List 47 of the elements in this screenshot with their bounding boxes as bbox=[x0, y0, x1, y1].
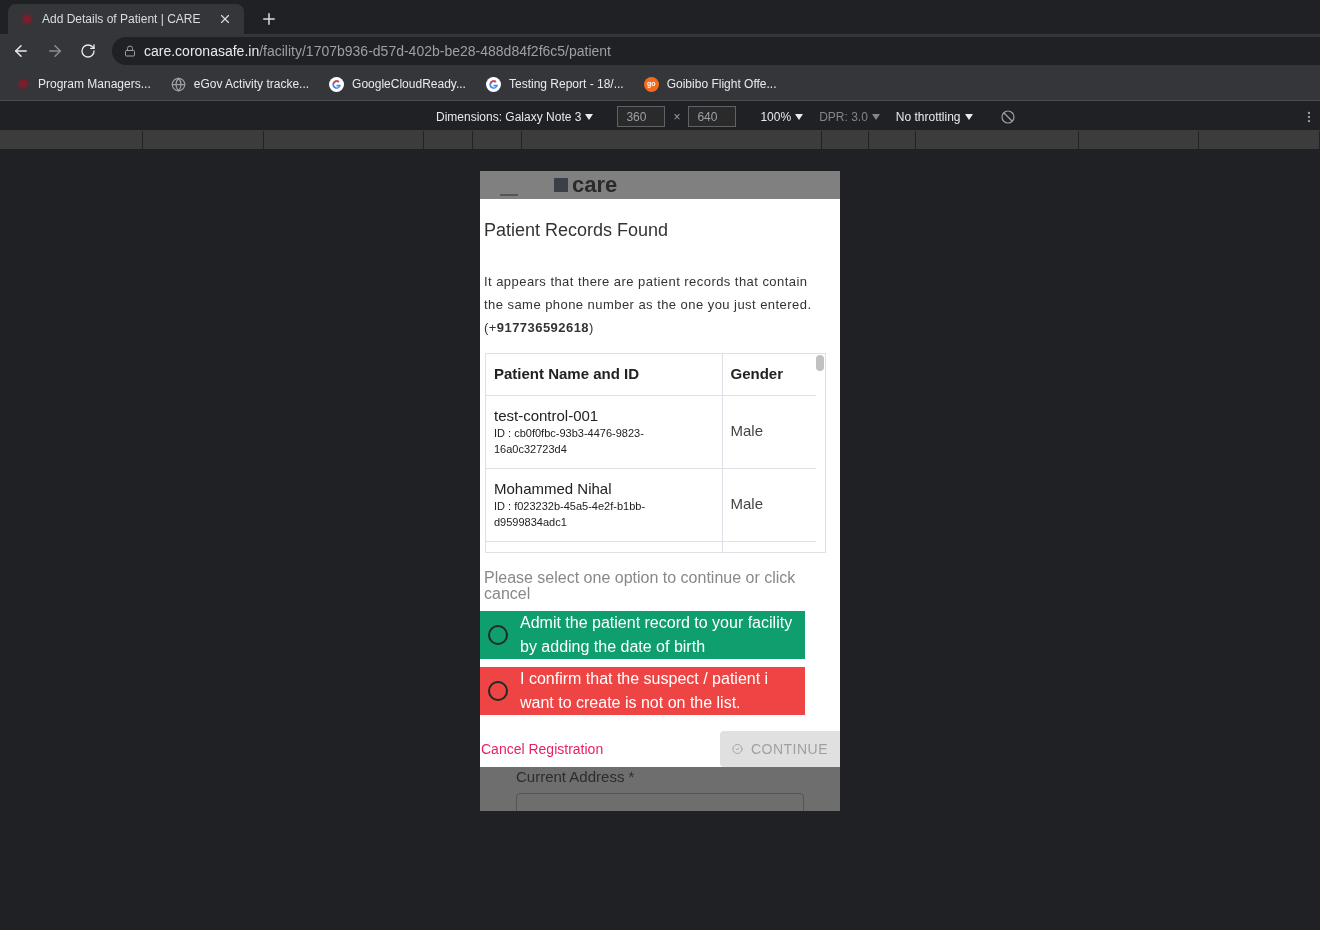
zoom-dropdown[interactable]: 100% bbox=[760, 107, 804, 126]
lock-icon bbox=[124, 45, 136, 57]
new-tab-icon[interactable] bbox=[260, 10, 278, 28]
patient-id: ID : f023232b-45a5-4e2f-b1bb-d9599834adc1 bbox=[494, 499, 647, 530]
times-sign: × bbox=[673, 108, 681, 126]
forward-icon[interactable] bbox=[46, 42, 64, 60]
close-icon[interactable] bbox=[218, 12, 232, 26]
bookmark[interactable]: eGov Activity tracke... bbox=[170, 75, 310, 93]
gender-cell: Male bbox=[722, 468, 816, 541]
back-icon[interactable] bbox=[12, 42, 30, 60]
dialog-message: It appears that there are patient records that contain the same phone number as the one you just entered. (+917736592618) bbox=[484, 273, 813, 337]
throttling-dropdown[interactable]: No throttling bbox=[895, 107, 973, 126]
height-field[interactable]: 640 bbox=[688, 106, 737, 127]
patient-id: ID : cb0f0fbc-93b3-4476-9823-16a0c32723d4 bbox=[494, 426, 645, 457]
instruction-text: Please select one option to continue or click cancel bbox=[484, 570, 797, 602]
cancel-link[interactable]: Cancel Registration bbox=[481, 738, 604, 760]
column-header: Patient Name and ID bbox=[486, 354, 722, 395]
bookmark[interactable]: GoogleCloudReady... bbox=[329, 75, 466, 93]
dialog-title: Patient Records Found bbox=[484, 219, 670, 242]
caret-icon bbox=[795, 114, 804, 121]
device-dropdown[interactable]: Dimensions: Galaxy Note 3 bbox=[436, 107, 594, 126]
google-icon bbox=[329, 76, 345, 92]
logo-text: care bbox=[572, 172, 618, 198]
globe-icon bbox=[170, 76, 186, 92]
google-icon bbox=[485, 76, 501, 92]
address-field[interactable] bbox=[516, 793, 804, 811]
tab-title: Add Details of Patient | CARE bbox=[42, 11, 202, 28]
caret-icon bbox=[585, 114, 594, 121]
url-text: care.coronasafe.in/facility/1707b936-d57d-402b-be28-488d84f2f6c5/patient bbox=[144, 41, 611, 61]
address-bar[interactable]: care.coronasafe.in/facility/1707b936-d57d-402b-be28-488d84f2f6c5/patient bbox=[112, 37, 1320, 65]
scrollbar-thumb[interactable] bbox=[816, 355, 824, 371]
plus-logo-icon bbox=[554, 178, 568, 192]
reload-icon[interactable] bbox=[80, 43, 96, 59]
virus-icon bbox=[20, 12, 34, 26]
virus-icon bbox=[16, 77, 30, 91]
caret-icon bbox=[871, 114, 880, 121]
width-field[interactable]: 360 bbox=[617, 106, 666, 127]
patient-name: test-control-001 bbox=[494, 406, 600, 425]
column-header: Gender bbox=[722, 354, 816, 395]
option-radio[interactable]: I confirm that the suspect / patient i want to create is not on the list. bbox=[480, 667, 805, 715]
gender-cell: Male bbox=[722, 395, 816, 468]
caret-icon bbox=[964, 114, 973, 121]
browser-tab[interactable]: Add Details of Patient | CARE bbox=[8, 4, 244, 34]
bookmark[interactable]: Program Managers... bbox=[16, 75, 151, 93]
bookmark[interactable]: Testing Report - 18/... bbox=[485, 75, 624, 93]
patient-name: Mohammed Nihal bbox=[494, 479, 613, 498]
field-label: Current Address * bbox=[516, 769, 636, 785]
